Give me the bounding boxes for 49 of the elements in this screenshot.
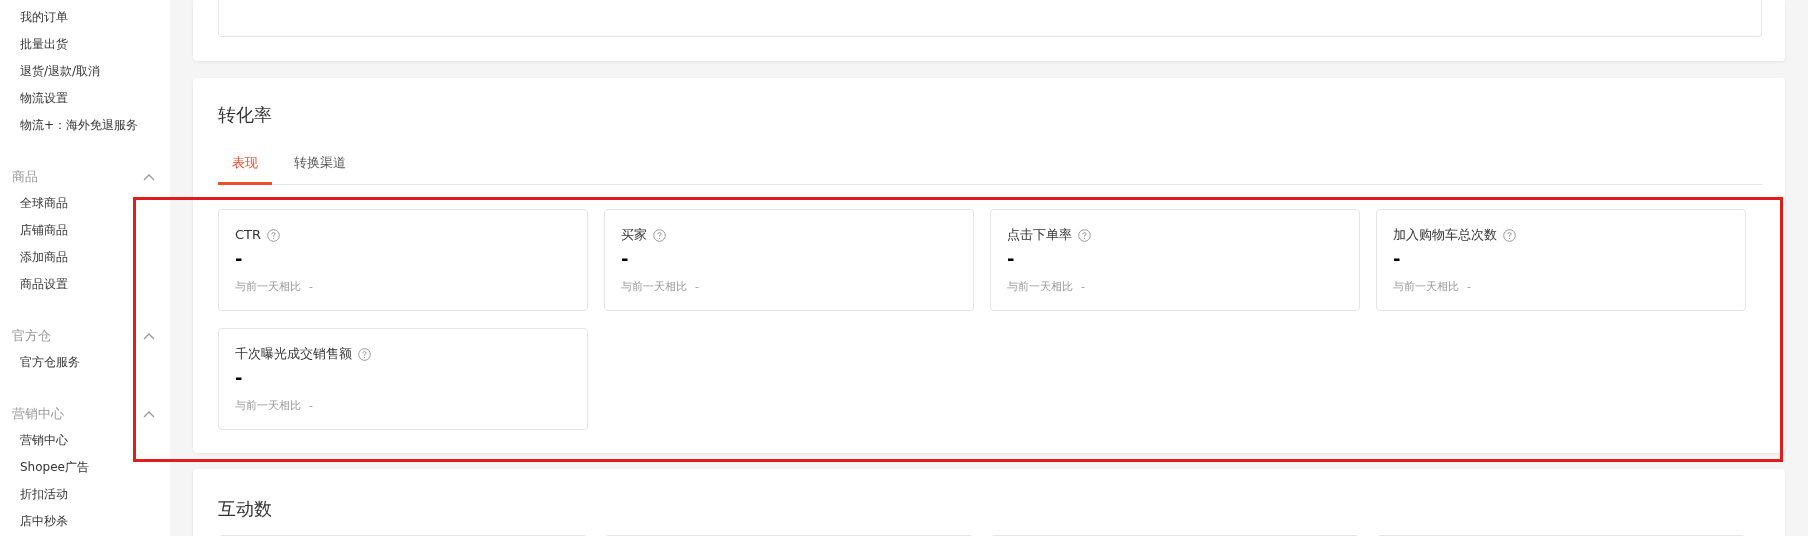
help-icon[interactable] bbox=[267, 228, 281, 242]
metric-value: - bbox=[235, 248, 243, 270]
sidebar-item[interactable]: 店铺商品 bbox=[0, 217, 170, 244]
comparison-value: - bbox=[1081, 279, 1085, 295]
sidebar-item[interactable]: 退货/退款/取消 bbox=[0, 58, 170, 85]
metric-value: - bbox=[1007, 248, 1015, 270]
sidebar-item[interactable]: 全球商品 bbox=[0, 190, 170, 217]
sidebar-group-title: 官方仓 bbox=[12, 326, 51, 345]
sidebar-item[interactable]: 折扣活动 bbox=[0, 481, 170, 508]
section-title: 互动数 bbox=[218, 497, 273, 521]
sidebar-item[interactable]: 营销中心 bbox=[0, 427, 170, 454]
comparison-label: 与前一天相比 bbox=[1007, 279, 1073, 295]
sidebar-item[interactable]: 店中秒杀 bbox=[0, 508, 170, 535]
section-title: 转化率 bbox=[218, 103, 273, 127]
sidebar-item[interactable]: Shopee广告 bbox=[0, 454, 170, 481]
comparison-value: - bbox=[309, 398, 313, 414]
comparison-value: - bbox=[309, 279, 313, 295]
help-icon[interactable] bbox=[1078, 228, 1091, 242]
comparison-label: 与前一天相比 bbox=[1393, 279, 1459, 295]
tab[interactable]: 转换渠道 bbox=[280, 144, 360, 185]
sidebar-item[interactable]: 添加商品 bbox=[0, 244, 170, 271]
sidebar-item[interactable]: 官方仓服务 bbox=[0, 349, 170, 376]
comparison-value: - bbox=[1467, 279, 1471, 295]
chevron-icon[interactable] bbox=[143, 172, 155, 181]
metric-value: - bbox=[235, 367, 243, 389]
sidebar-item[interactable]: 批量出货 bbox=[0, 31, 170, 58]
help-icon[interactable] bbox=[358, 347, 371, 361]
comparison-label: 与前一天相比 bbox=[621, 279, 687, 295]
sidebar-group-title: 商品 bbox=[12, 167, 38, 186]
tab[interactable]: 表现 bbox=[218, 144, 272, 185]
chevron-icon[interactable] bbox=[143, 331, 155, 340]
comparison-label: 与前一天相比 bbox=[235, 279, 301, 295]
metric-label: 买家 bbox=[621, 226, 647, 244]
help-icon[interactable] bbox=[653, 228, 666, 242]
comparison-value: - bbox=[695, 279, 699, 295]
metric-label: 千次曝光成交销售额 bbox=[235, 345, 352, 363]
sidebar-item[interactable]: 物流+：海外免退服务 bbox=[0, 112, 170, 139]
metric-value: - bbox=[1393, 248, 1401, 270]
sidebar-group-title: 营销中心 bbox=[12, 404, 64, 423]
sidebar-item[interactable]: 商品设置 bbox=[0, 271, 170, 298]
metric-value: - bbox=[621, 248, 629, 270]
metric-label: 点击下单率 bbox=[1007, 226, 1072, 244]
comparison-label: 与前一天相比 bbox=[235, 398, 301, 414]
help-icon[interactable] bbox=[1503, 228, 1516, 242]
sidebar-item[interactable]: 物流设置 bbox=[0, 85, 170, 112]
chevron-icon[interactable] bbox=[143, 409, 155, 418]
sidebar-item[interactable]: 我的订单 bbox=[0, 4, 170, 31]
metric-label: CTR bbox=[235, 226, 262, 244]
metric-label: 加入购物车总次数 bbox=[1393, 226, 1497, 244]
